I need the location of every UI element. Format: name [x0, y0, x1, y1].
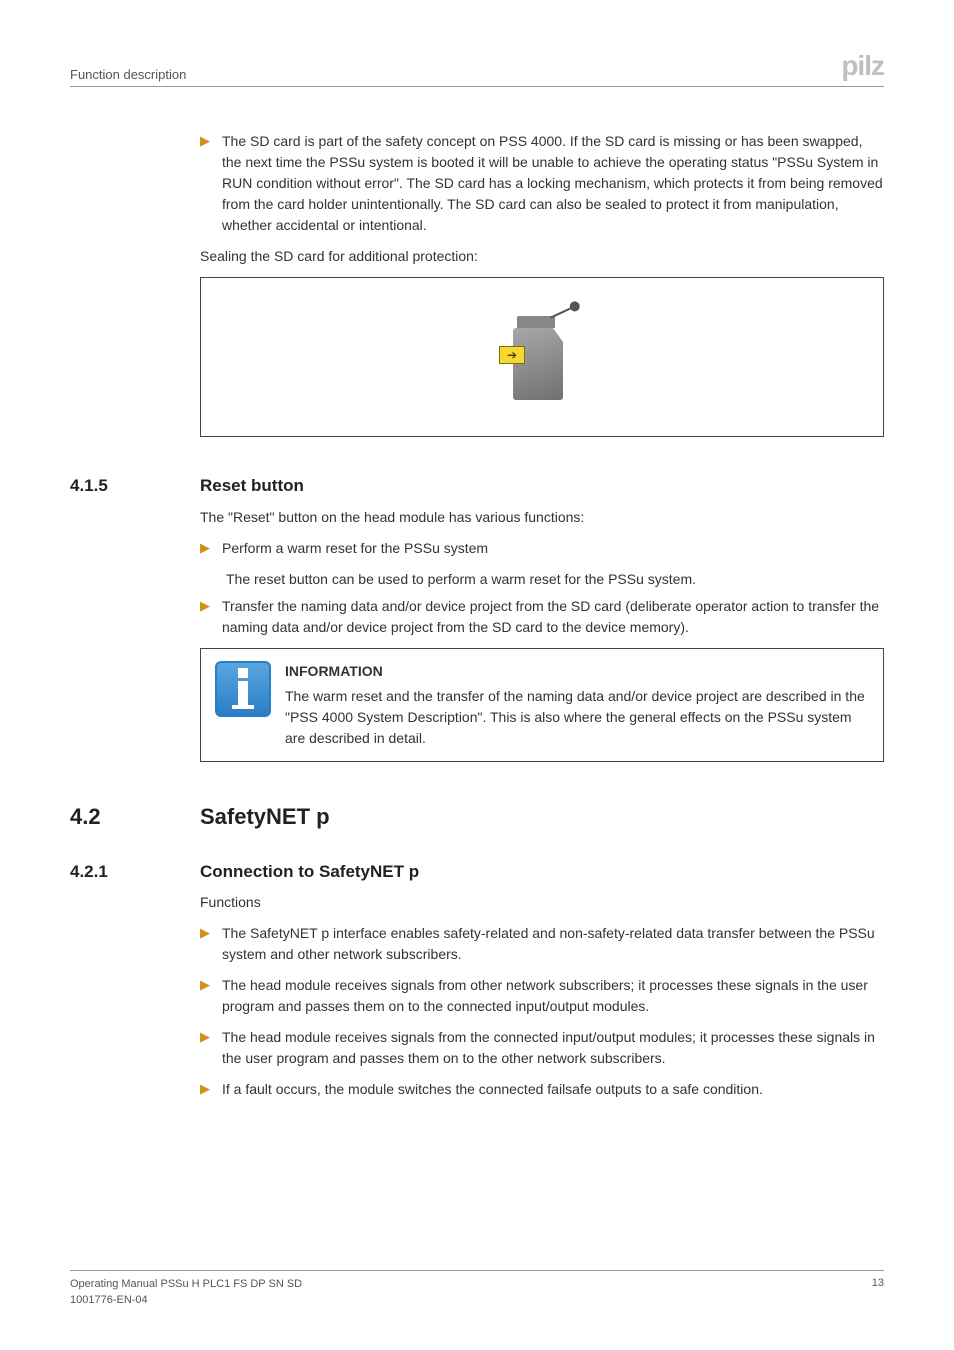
section-number: 4.2: [70, 800, 200, 833]
section-number: 4.2.1: [70, 859, 200, 885]
section-number: 4.1.5: [70, 473, 200, 499]
bullet-arrow-icon: ▶: [200, 1079, 210, 1100]
footer-left: Operating Manual PSSu H PLC1 FS DP SN SD…: [70, 1277, 302, 1308]
info-body: INFORMATION The warm reset and the trans…: [285, 661, 869, 749]
bullet-text: The head module receives signals from ot…: [222, 975, 884, 1017]
pilz-logo: pilz: [841, 50, 884, 82]
bullet-text: If a fault occurs, the module switches t…: [222, 1079, 884, 1100]
info-heading: INFORMATION: [285, 661, 869, 682]
sec421-bullet-4: ▶ If a fault occurs, the module switches…: [200, 1079, 884, 1100]
info-text: The warm reset and the transfer of the n…: [285, 686, 869, 749]
sec421-bullet-2: ▶ The head module receives signals from …: [200, 975, 884, 1017]
footer-page-number: 13: [872, 1277, 884, 1308]
bullet-text: Perform a warm reset for the PSSu system: [222, 538, 884, 559]
bullet-text: The head module receives signals from th…: [222, 1027, 884, 1069]
page-content: ▶ The SD card is part of the safety conc…: [70, 131, 884, 1100]
information-box: INFORMATION The warm reset and the trans…: [200, 648, 884, 762]
bullet-arrow-icon: ▶: [200, 1027, 210, 1069]
intro-bullet: ▶ The SD card is part of the safety conc…: [200, 131, 884, 236]
sec421-bullet-1: ▶ The SafetyNET p interface enables safe…: [200, 923, 884, 965]
bullet-arrow-icon: ▶: [200, 538, 210, 559]
bullet-text: Transfer the naming data and/or device p…: [222, 596, 884, 638]
footer-doc-id: 1001776-EN-04: [70, 1293, 302, 1308]
section-4-2-heading: 4.2 SafetyNET p: [70, 800, 884, 833]
section-title: Reset button: [200, 473, 304, 499]
sec415-bullet-1: ▶ Perform a warm reset for the PSSu syst…: [200, 538, 884, 559]
bullet-arrow-icon: ▶: [200, 975, 210, 1017]
header-section-label: Function description: [70, 67, 186, 82]
sec415-intro: The "Reset" button on the head module ha…: [200, 507, 884, 528]
arrow-right-icon: ➔: [499, 346, 525, 364]
sd-card-figure: ➔: [200, 277, 884, 437]
sec415-bullet-1-sub: The reset button can be used to perform …: [226, 569, 884, 590]
section-4-1-5-heading: 4.1.5 Reset button: [70, 473, 884, 499]
section-title: Connection to SafetyNET p: [200, 859, 419, 885]
sec421-bullet-3: ▶ The head module receives signals from …: [200, 1027, 884, 1069]
sec421-lead: Functions: [200, 892, 884, 913]
bullet-arrow-icon: ▶: [200, 596, 210, 638]
page-header: Function description pilz: [70, 50, 884, 87]
section-4-2-1-heading: 4.2.1 Connection to SafetyNET p: [70, 859, 884, 885]
info-icon: [215, 661, 271, 717]
page-footer: Operating Manual PSSu H PLC1 FS DP SN SD…: [70, 1270, 884, 1308]
bullet-arrow-icon: ▶: [200, 923, 210, 965]
intro-bullet-text: The SD card is part of the safety concep…: [222, 131, 884, 236]
bullet-text: The SafetyNET p interface enables safety…: [222, 923, 884, 965]
sec415-bullet-2: ▶ Transfer the naming data and/or device…: [200, 596, 884, 638]
footer-doc-title: Operating Manual PSSu H PLC1 FS DP SN SD: [70, 1277, 302, 1292]
bullet-arrow-icon: ▶: [200, 131, 210, 236]
sealing-caption: Sealing the SD card for additional prote…: [200, 246, 884, 267]
sd-card-illustration: ➔: [497, 302, 587, 412]
section-title: SafetyNET p: [200, 800, 330, 833]
